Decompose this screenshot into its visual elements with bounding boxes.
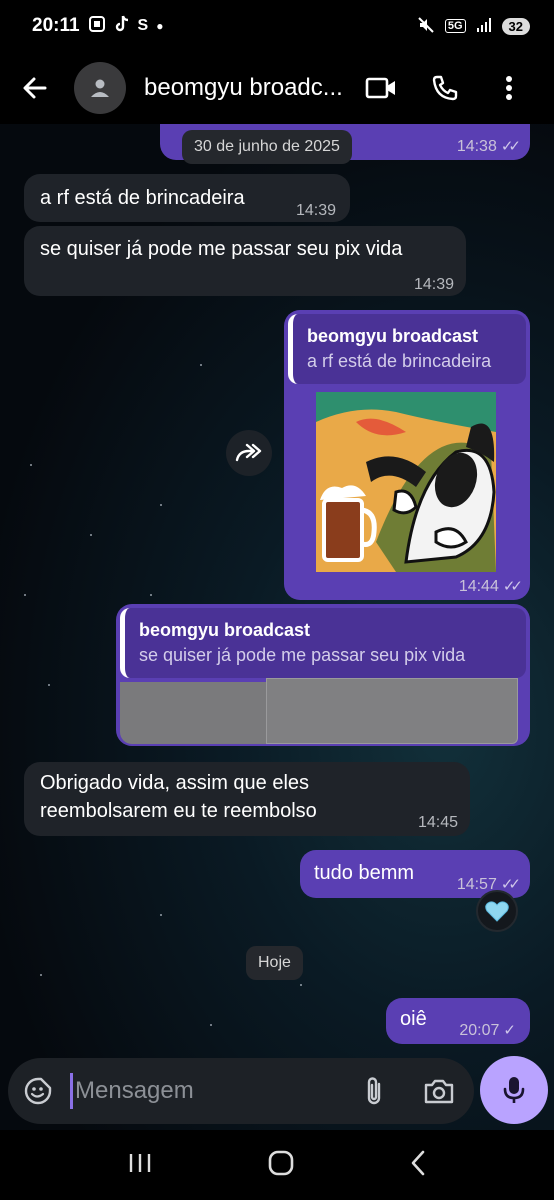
contact-name[interactable]: beomgyu broadc... [144,74,349,102]
quoted-text: a rf está de brincadeira [307,351,492,371]
camera-button[interactable] [404,1077,474,1105]
home-icon [268,1150,294,1175]
message-time: 14:44 [458,578,499,595]
more-options-button[interactable] [477,52,541,124]
message-text: a rf está de brincadeira [40,187,245,209]
message-text-line: reembolsarem eu te reembolso [40,800,317,822]
forward-icon [235,443,262,462]
quoted-author: beomgyu broadcast [307,326,479,346]
message-input[interactable]: Mensagem [75,1077,344,1105]
quoted-author: beomgyu broadcast [139,620,311,640]
chat-area[interactable]: 14:38 ✓✓ 30 de junho de 2025 a rf está de… [0,124,554,1130]
screenshot-icon [88,15,106,38]
forward-button[interactable] [226,430,272,476]
message-time: 14:38 [456,138,497,155]
text-cursor [70,1073,73,1109]
dot-icon: ● [156,19,164,33]
quoted-message[interactable]: beomgyu broadcast a rf está de brincadei… [288,314,526,384]
back-button[interactable] [0,52,70,124]
voice-record-button[interactable] [480,1056,548,1124]
mute-icon [417,16,435,37]
chevron-left-icon [411,1150,425,1175]
signal-icon [476,17,492,36]
attachment-preview[interactable] [266,678,518,744]
message-bubble-outgoing[interactable]: beomgyu broadcast se quiser já pode me p… [116,604,530,746]
message-time: 14:39 [296,202,337,219]
quoted-text: se quiser já pode me passar seu pix vida [139,645,466,665]
app-s-icon: S [137,17,149,34]
message-time: 14:45 [417,814,458,831]
message-time: 20:07 [459,1022,500,1039]
person-icon [91,79,109,97]
voice-call-button[interactable] [413,52,477,124]
phone-icon [432,75,458,101]
status-time: 20:11 [32,15,80,36]
sticker-image[interactable] [316,392,496,572]
arrow-left-icon [23,77,47,99]
date-divider-today: Hoje [246,946,303,980]
microphone-icon [503,1077,525,1103]
message-text: se quiser já pode me passar seu pix vida [40,238,403,260]
read-ticks-icon: ✓✓ [500,138,521,155]
sent-tick-icon: ✓ [503,1022,516,1039]
date-divider: 30 de junho de 2025 [182,130,352,164]
reaction-heart-icon[interactable] [476,890,518,932]
message-text-line: Obrigado vida, assim que eles [40,772,310,794]
more-vertical-icon [506,76,512,100]
system-back-button[interactable] [410,1150,426,1181]
sticker-button[interactable] [8,1076,68,1106]
attachment-preview[interactable] [120,682,266,744]
system-nav-bar [0,1130,554,1200]
message-bubble-incoming[interactable]: Obrigado vida, assim que eles reembolsar… [24,762,470,836]
message-text: oiê [400,1008,427,1030]
attach-button[interactable] [344,1075,404,1107]
battery-indicator: 32 [501,17,530,35]
message-input-container[interactable]: Mensagem [8,1058,474,1124]
message-bubble-outgoing[interactable]: beomgyu broadcast a rf está de brincadei… [284,310,530,600]
message-time: 14:39 [413,276,454,293]
sticker-smiley-icon [24,1077,52,1105]
recent-apps-icon [129,1153,151,1172]
message-bubble-incoming[interactable]: se quiser já pode me passar seu pix vida… [24,226,466,296]
network-label: 5G [444,19,466,33]
home-button[interactable] [268,1150,294,1181]
message-text: tudo bemm [314,862,415,884]
video-camera-icon [365,77,395,99]
recent-apps-button[interactable] [128,1152,152,1179]
quoted-message[interactable]: beomgyu broadcast se quiser já pode me p… [120,608,526,678]
status-bar: 20:11 S ● 5G 32 [0,0,554,52]
composer: Mensagem [0,1054,554,1130]
read-ticks-icon: ✓✓ [502,578,523,595]
message-bubble-outgoing[interactable]: oiê 20:07 ✓ [386,998,530,1044]
message-bubble-incoming[interactable]: a rf está de brincadeira 14:39 [24,174,350,222]
avatar[interactable] [74,62,126,114]
tiktok-icon [114,15,130,38]
paperclip-icon [367,1077,381,1105]
camera-icon [424,1079,454,1104]
chat-header: beomgyu broadc... [0,52,554,124]
video-call-button[interactable] [349,52,413,124]
